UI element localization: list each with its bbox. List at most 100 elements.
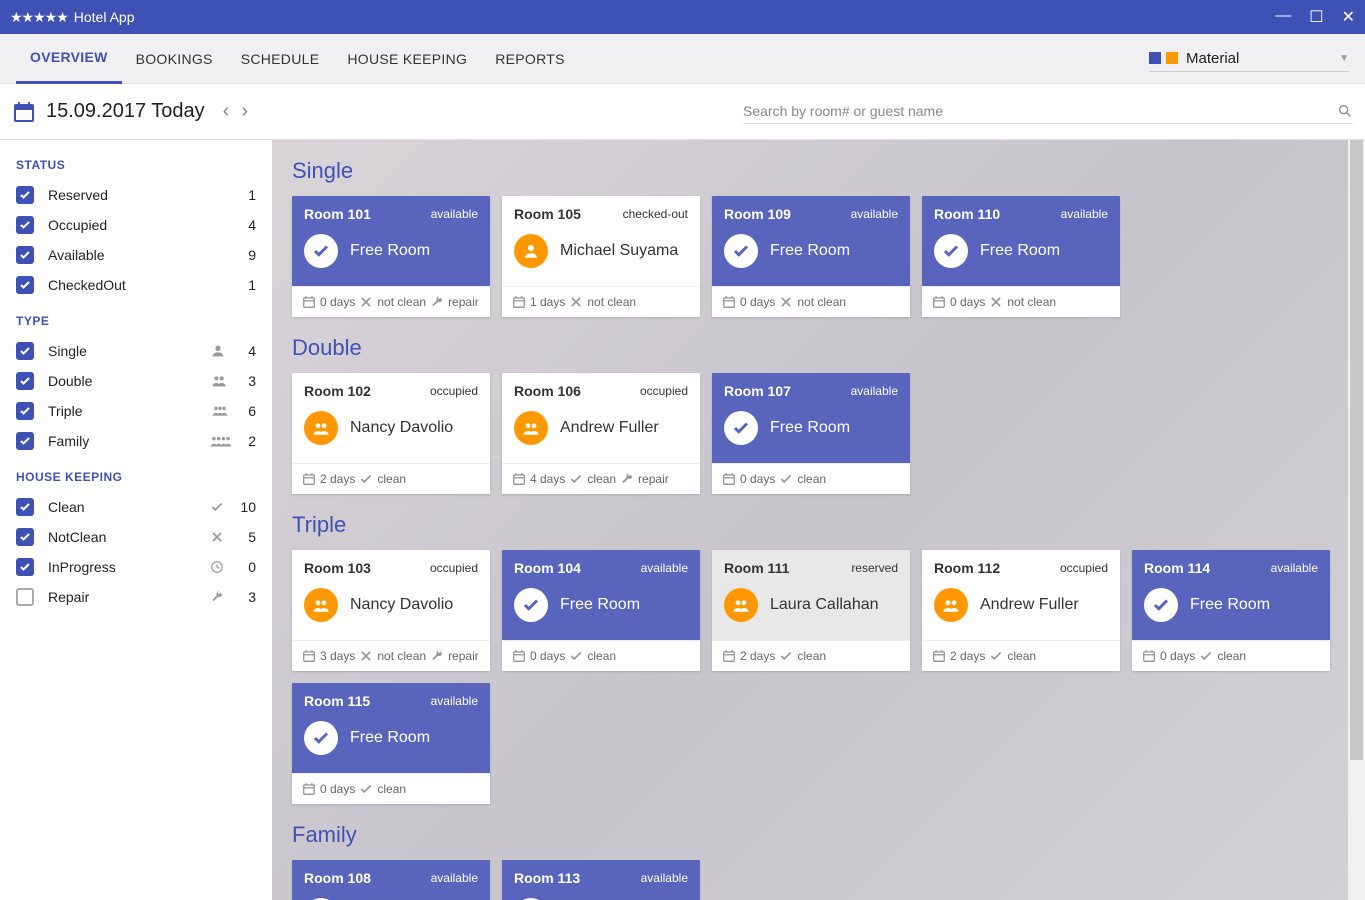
- room-status: available: [431, 207, 478, 221]
- filter-triple[interactable]: Triple6: [16, 396, 256, 426]
- filter-label: Single: [48, 343, 210, 359]
- filter-repair[interactable]: Repair3: [16, 582, 256, 612]
- check-icon: [1144, 588, 1178, 622]
- room-card[interactable]: Room 105checked-outMichael Suyama1 daysn…: [502, 196, 700, 317]
- guest-name: Free Room: [1190, 596, 1270, 614]
- calendar-icon[interactable]: [12, 100, 36, 124]
- days-text: 0 days: [1160, 649, 1195, 663]
- scrollbar[interactable]: [1348, 140, 1365, 900]
- filter-notclean[interactable]: NotClean5: [16, 522, 256, 552]
- maximize-button[interactable]: ☐: [1309, 7, 1323, 27]
- theme-selector[interactable]: Material ▼: [1149, 46, 1349, 72]
- calendar-icon: [512, 649, 526, 663]
- room-card[interactable]: Room 114availableFree Room0 daysclean: [1132, 550, 1330, 671]
- filter-single[interactable]: Single 4: [16, 336, 256, 366]
- filter-count: 4: [238, 217, 256, 233]
- filter-clean[interactable]: Clean10: [16, 492, 256, 522]
- stars-icon: ★★★★★: [10, 9, 68, 26]
- checkbox[interactable]: [16, 342, 34, 360]
- tab-reports[interactable]: REPORTS: [481, 34, 579, 84]
- checkbox[interactable]: [16, 432, 34, 450]
- checkbox[interactable]: [16, 276, 34, 294]
- persons3-icon: [210, 403, 228, 419]
- checkbox[interactable]: [16, 402, 34, 420]
- room-card[interactable]: Room 111reservedLaura Callahan2 daysclea…: [712, 550, 910, 671]
- section-triple: Triple: [292, 512, 1345, 538]
- room-card[interactable]: Room 102occupiedNancy Davolio2 daysclean: [292, 373, 490, 494]
- room-number: Room 106: [514, 383, 581, 399]
- checkbox[interactable]: [16, 372, 34, 390]
- checkbox[interactable]: [16, 216, 34, 234]
- days-text: 3 days: [320, 649, 355, 663]
- room-number: Room 104: [514, 560, 581, 576]
- filter-family[interactable]: Family2: [16, 426, 256, 456]
- room-card[interactable]: Room 104availableFree Room0 daysclean: [502, 550, 700, 671]
- filter-count: 4: [238, 343, 256, 359]
- clock-icon: [210, 560, 228, 574]
- days-text: 0 days: [950, 295, 985, 309]
- minimize-button[interactable]: —: [1275, 7, 1291, 27]
- checkbox[interactable]: [16, 246, 34, 264]
- check-icon: [359, 472, 373, 486]
- tab-overview[interactable]: OVERVIEW: [16, 34, 122, 84]
- person-icon: [934, 588, 968, 622]
- checkbox[interactable]: [16, 528, 34, 546]
- search-input[interactable]: [743, 103, 1337, 119]
- filter-reserved[interactable]: Reserved1: [16, 180, 256, 210]
- filter-available[interactable]: Available9: [16, 240, 256, 270]
- room-footer: 1 daysnot clean: [502, 286, 700, 317]
- wrench-icon: [210, 590, 228, 604]
- prev-day-button[interactable]: ‹: [223, 100, 230, 123]
- tab-bookings[interactable]: BOOKINGS: [122, 34, 227, 84]
- search-icon[interactable]: [1337, 103, 1353, 119]
- room-card[interactable]: Room 107availableFree Room0 daysclean: [712, 373, 910, 494]
- filter-inprogress[interactable]: InProgress0: [16, 552, 256, 582]
- filter-occupied[interactable]: Occupied4: [16, 210, 256, 240]
- checkbox[interactable]: [16, 498, 34, 516]
- room-status: reserved: [851, 561, 898, 575]
- room-card[interactable]: Room 106occupiedAndrew Fuller4 daysclean…: [502, 373, 700, 494]
- room-number: Room 101: [304, 206, 371, 222]
- tab-schedule[interactable]: SCHEDULE: [227, 34, 334, 84]
- check-icon: [210, 500, 228, 514]
- tab-house-keeping[interactable]: HOUSE KEEPING: [333, 34, 481, 84]
- room-status: available: [641, 561, 688, 575]
- close-button[interactable]: ✕: [1342, 7, 1355, 27]
- titlebar: ★★★★★ Hotel App — ☐ ✕: [0, 0, 1365, 34]
- check-icon: [359, 782, 373, 796]
- filter-label: Triple: [48, 403, 210, 419]
- checkbox[interactable]: [16, 558, 34, 576]
- room-footer: 0 daysclean: [292, 773, 490, 804]
- filter-checkedout[interactable]: CheckedOut1: [16, 270, 256, 300]
- repair-text: repair: [448, 295, 479, 309]
- guest-name: Free Room: [980, 242, 1060, 260]
- check-icon: [304, 234, 338, 268]
- checkbox[interactable]: [16, 588, 34, 606]
- room-card[interactable]: Room 115availableFree Room0 daysclean: [292, 683, 490, 804]
- room-card[interactable]: Room 112occupiedAndrew Fuller2 daysclean: [922, 550, 1120, 671]
- filter-heading-housekeeping: HOUSE KEEPING: [16, 470, 256, 484]
- check-icon: [724, 234, 758, 268]
- days-text: 1 days: [530, 295, 565, 309]
- room-card[interactable]: Room 113availableFree Room0 daysclean: [502, 860, 700, 900]
- room-number: Room 102: [304, 383, 371, 399]
- theme-label: Material: [1186, 50, 1239, 67]
- checkbox[interactable]: [16, 186, 34, 204]
- filter-label: Reserved: [48, 187, 238, 203]
- x-icon: [989, 295, 1003, 309]
- date-text: 15.09.2017 Today: [46, 100, 205, 123]
- section-double: Double: [292, 335, 1345, 361]
- room-card[interactable]: Room 109availableFree Room0 daysnot clea…: [712, 196, 910, 317]
- room-footer: 0 daysnot clean: [712, 286, 910, 317]
- room-card[interactable]: Room 108availableFree Room0 daysclean: [292, 860, 490, 900]
- room-card[interactable]: Room 101availableFree Room0 daysnot clea…: [292, 196, 490, 317]
- wrench-icon: [620, 472, 634, 486]
- check-icon: [1199, 649, 1213, 663]
- filter-double[interactable]: Double3: [16, 366, 256, 396]
- next-day-button[interactable]: ›: [241, 100, 248, 123]
- room-card[interactable]: Room 110availableFree Room0 daysnot clea…: [922, 196, 1120, 317]
- room-status: occupied: [430, 561, 478, 575]
- room-card[interactable]: Room 103occupiedNancy Davolio3 daysnot c…: [292, 550, 490, 671]
- wrench-icon: [430, 649, 444, 663]
- wrench-icon: [430, 295, 444, 309]
